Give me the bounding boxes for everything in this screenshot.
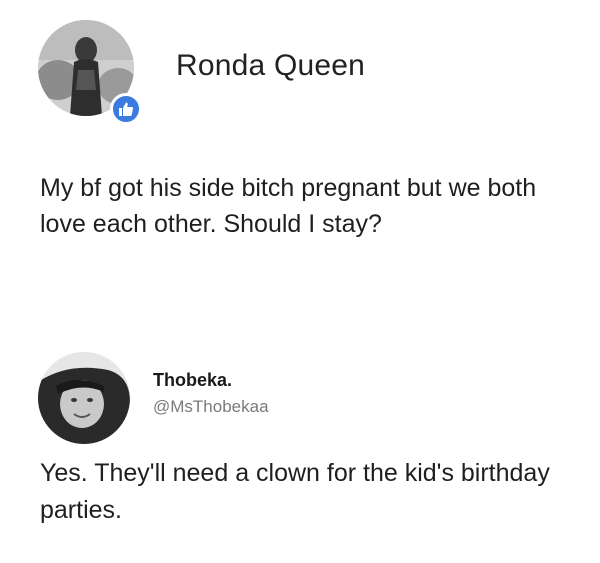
reply-display-name[interactable]: Thobeka. [153,370,232,391]
reply-photo-icon [38,352,130,444]
facebook-post: Ronda Queen My bf got his side bitch pre… [0,0,600,300]
reply-text: Yes. They'll need a clown for the kid's … [40,459,550,524]
reply-avatar[interactable] [38,352,130,444]
author-avatar-container[interactable] [38,20,142,125]
author-name[interactable]: Ronda Queen [176,49,365,83]
reply-handle[interactable]: @MsThobekaa [153,397,269,417]
thumbs-up-icon [119,102,134,116]
like-badge [110,93,142,125]
reply-tweet: Thobeka. @MsThobekaa Yes. They'll need a… [0,330,600,563]
post-text: My bf got his side bitch pregnant but we… [40,174,537,238]
